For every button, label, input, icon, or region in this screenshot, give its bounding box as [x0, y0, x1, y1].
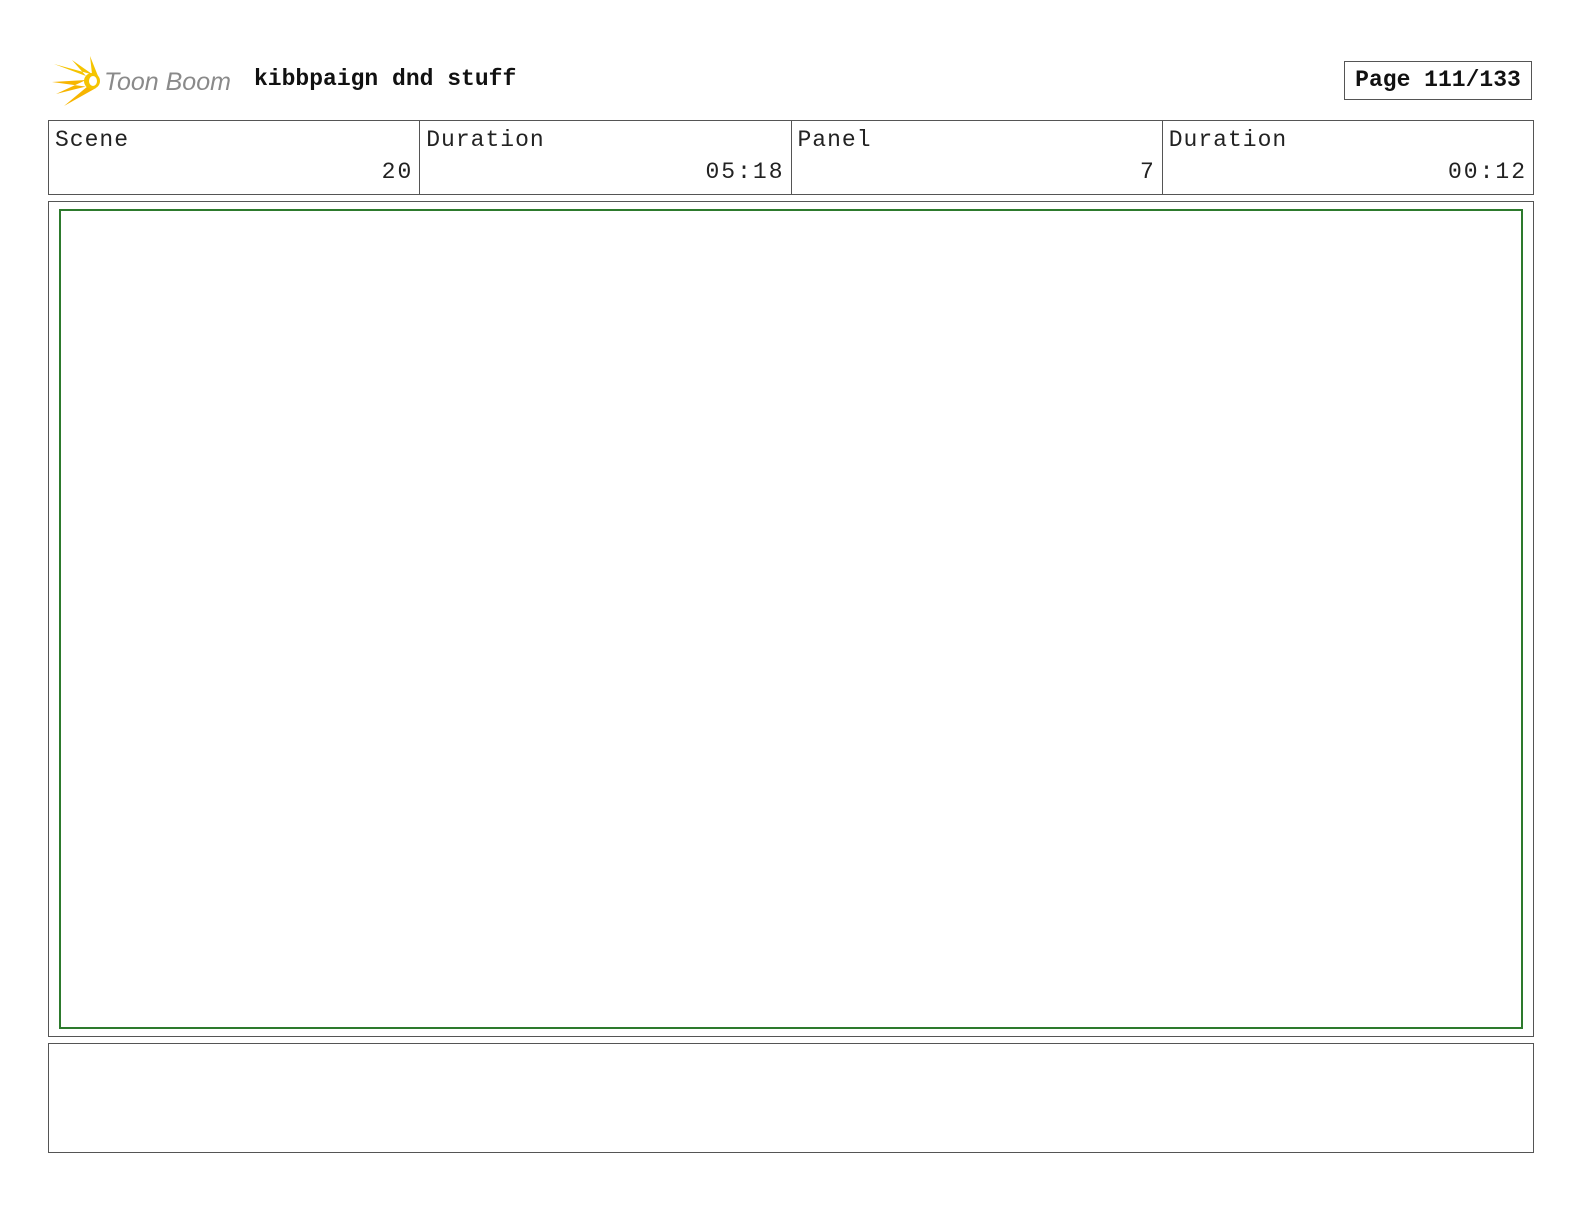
star-burst-icon	[52, 56, 100, 106]
scene-label: Scene	[55, 127, 130, 153]
panel-value: 7	[1139, 159, 1156, 185]
brand-wordmark: Toon Boom	[104, 68, 231, 96]
panel-duration-label: Duration	[1168, 127, 1288, 153]
scene-duration-cell: Duration 05:18	[419, 121, 790, 194]
scene-cell: Scene 20	[49, 121, 419, 194]
panel-duration-value: 00:12	[1447, 159, 1527, 185]
info-row: Scene 20 Duration 05:18 Panel 7 Duration…	[48, 120, 1534, 195]
panel-frame	[48, 201, 1534, 1037]
panel-image-area	[59, 209, 1523, 1029]
toon-boom-logo: Toon Boom	[50, 54, 240, 108]
scene-value: 20	[381, 159, 414, 185]
notes-box	[48, 1043, 1534, 1153]
panel-cell: Panel 7	[790, 121, 1162, 194]
panel-duration-cell: Duration 00:12	[1161, 121, 1533, 194]
page-indicator: Page 111/133	[1344, 61, 1532, 100]
panel-label: Panel	[797, 127, 872, 153]
project-title: kibbpaign dnd stuff	[254, 66, 517, 92]
scene-duration-value: 05:18	[705, 159, 785, 185]
scene-duration-label: Duration	[426, 127, 545, 153]
